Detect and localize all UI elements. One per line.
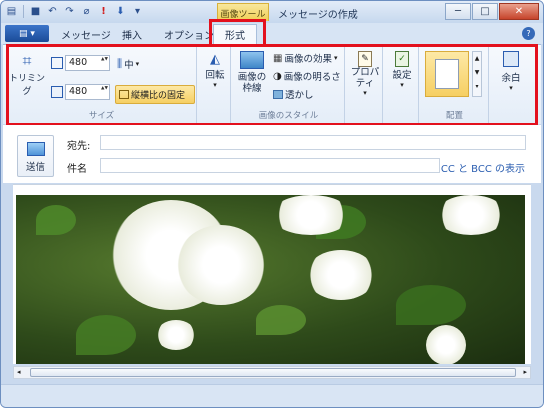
flower-cluster — [156, 320, 196, 350]
message-body[interactable] — [13, 184, 531, 364]
minimize-button[interactable]: ─ — [445, 3, 471, 20]
close-button[interactable]: ✕ — [499, 3, 539, 20]
send-label: 送信 — [25, 162, 45, 173]
flower-cluster — [306, 250, 376, 300]
status-bar — [1, 384, 543, 407]
customize-icon[interactable]: ▾ — [130, 4, 145, 19]
quick-access-toolbar: ▤ ■ ↶ ↷ ⌀ ! ⬇ ▾ — [4, 4, 145, 19]
inserted-picture[interactable] — [16, 195, 525, 364]
window-controls: ─ □ ✕ — [445, 3, 539, 20]
title-bar: ▤ ■ ↶ ↷ ⌀ ! ⬇ ▾ 画像ツール メッセージの作成 ─ □ ✕ — [1, 1, 543, 23]
tab-insert[interactable]: 挿入 — [122, 27, 142, 42]
flower-cluster — [436, 195, 506, 235]
ribbon-highlight — [6, 44, 538, 126]
send-icon — [27, 142, 45, 156]
photo-detail — [76, 315, 136, 355]
tab-message[interactable]: メッセージ — [61, 27, 111, 42]
flower-cluster — [271, 195, 351, 235]
photo-detail — [256, 305, 306, 335]
to-field[interactable] — [100, 135, 526, 150]
priority-high-icon[interactable]: ! — [96, 4, 111, 19]
horizontal-scrollbar[interactable]: ◂ ▸ — [13, 366, 531, 379]
attach-icon[interactable]: ⌀ — [79, 4, 94, 19]
cc-bcc-link[interactable]: CC と BCC の表示 — [441, 160, 525, 175]
window-title: メッセージの作成 — [278, 10, 358, 21]
photo-detail — [36, 205, 76, 235]
file-menu-button[interactable]: ▤ ▾ — [5, 25, 49, 42]
format-tab-highlight — [209, 19, 266, 47]
save-icon[interactable]: ■ — [28, 4, 43, 19]
subject-label: 件名 — [67, 164, 87, 175]
send-button[interactable]: 送信 — [17, 135, 54, 177]
undo-icon[interactable]: ↶ — [45, 4, 60, 19]
redo-icon[interactable]: ↷ — [62, 4, 77, 19]
to-label: 宛先: — [67, 141, 91, 152]
qat-separator — [23, 5, 24, 18]
scroll-right-icon[interactable]: ▸ — [523, 368, 527, 376]
help-icon[interactable]: ? — [522, 27, 535, 40]
priority-low-icon[interactable]: ⬇ — [113, 4, 128, 19]
maximize-button[interactable]: □ — [472, 3, 498, 20]
photo-detail — [396, 285, 466, 325]
flower-cluster — [176, 225, 266, 305]
tab-options[interactable]: オプション — [164, 27, 214, 42]
ribbon-tabs: ▤ ▾ メッセージ 挿入 オプション 形式 ? — [1, 23, 543, 46]
message-window: ▤ ■ ↶ ↷ ⌀ ! ⬇ ▾ 画像ツール メッセージの作成 ─ □ ✕ ▤ ▾… — [0, 0, 544, 408]
compose-header: 送信 宛先: 件名 CC と BCC の表示 — [3, 125, 541, 183]
subject-field[interactable] — [100, 158, 440, 173]
app-icon[interactable]: ▤ — [4, 4, 19, 19]
flower-cluster — [426, 325, 466, 364]
scroll-left-icon[interactable]: ◂ — [17, 368, 21, 376]
scrollbar-thumb[interactable] — [30, 368, 516, 377]
